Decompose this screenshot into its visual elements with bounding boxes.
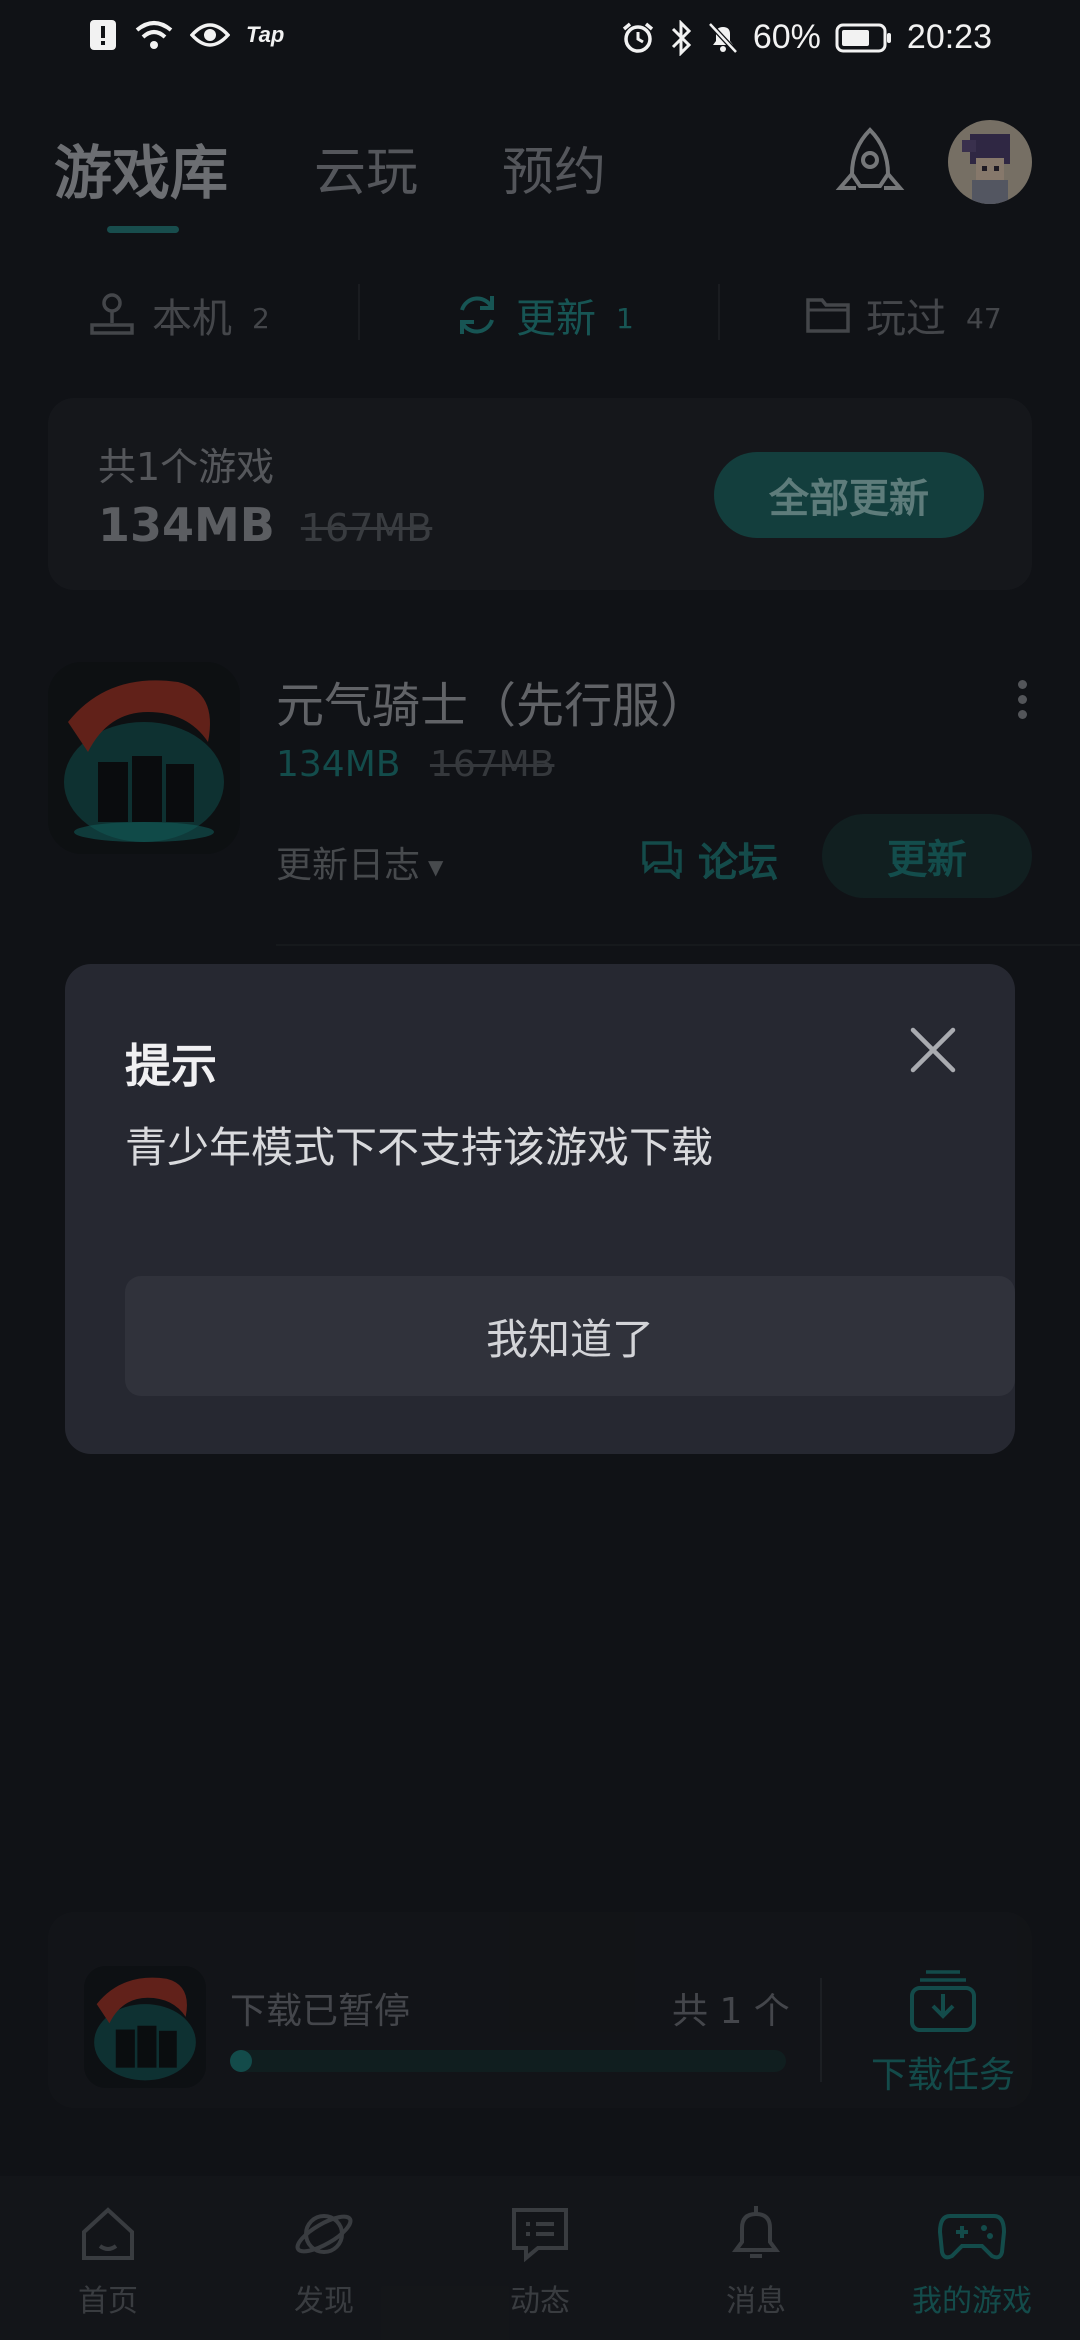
chat-bubbles-icon xyxy=(642,841,682,879)
filter-local-count: 2 xyxy=(252,301,270,335)
alarm-icon xyxy=(622,22,653,53)
update-button[interactable]: 更新 xyxy=(822,814,1032,898)
nav-discover[interactable]: 发现 xyxy=(244,2202,404,2320)
nav-messages[interactable]: 消息 xyxy=(676,2202,836,2320)
planet-icon xyxy=(295,2214,353,2254)
refresh-icon xyxy=(460,296,494,334)
tab-reservation[interactable]: 预约 xyxy=(502,130,606,205)
summary-new-size: 134MB xyxy=(98,498,275,552)
tab-cloud-play[interactable]: 云玩 xyxy=(314,130,418,205)
download-bar[interactable]: 下载已暂停 共 1 个 下载任务 xyxy=(48,1912,1032,2108)
download-status: 下载已暂停 xyxy=(230,1991,411,2032)
mute-bell-icon xyxy=(708,21,738,54)
download-progress-bar xyxy=(230,2050,786,2072)
dialog-message: 青少年模式下不支持该游戏下载 xyxy=(125,1123,714,1172)
filter-played-label: 玩过 xyxy=(866,296,946,342)
download-divider xyxy=(820,1978,822,2082)
filter-update-label: 更新 xyxy=(516,296,596,342)
active-tab-indicator xyxy=(107,226,179,233)
battery-icon xyxy=(835,23,891,52)
forum-button[interactable]: 论坛 xyxy=(640,830,778,888)
filter-update[interactable]: 更新 1 xyxy=(452,286,634,344)
rocket-icon[interactable] xyxy=(832,126,908,206)
bluetooth-icon xyxy=(671,19,691,56)
download-progress-fill xyxy=(230,2050,252,2072)
eye-icon xyxy=(190,23,230,47)
bottom-navigation: 首页 发现 动态 消息 我的游戏 xyxy=(0,2176,1080,2340)
wifi-icon xyxy=(135,21,173,49)
tap-app-label: Tap xyxy=(246,22,285,47)
more-options-icon[interactable] xyxy=(1010,680,1034,720)
download-tasks-label: 下载任务 xyxy=(870,2055,1015,2096)
game-new-size: 134MB xyxy=(276,744,401,785)
changelog-toggle[interactable]: 更新日志 ▼ xyxy=(276,836,443,888)
download-count: 共 1 个 xyxy=(672,1991,790,2032)
acknowledge-button[interactable]: 我知道了 xyxy=(125,1276,1015,1396)
nav-discover-label: 发现 xyxy=(294,2284,354,2319)
clock: 20:23 xyxy=(906,18,992,56)
game-icon[interactable] xyxy=(48,662,240,854)
update-summary-card: 共1个游戏 134MB 167MB 全部更新 xyxy=(48,398,1032,590)
gamepad-icon xyxy=(937,2214,1007,2260)
filter-local-label: 本机 xyxy=(152,296,232,342)
battery-percent: 60% xyxy=(752,18,821,56)
filter-played[interactable]: 玩过 47 xyxy=(804,286,1002,344)
filter-divider xyxy=(358,284,360,340)
alert-notification-icon xyxy=(90,20,116,50)
bell-icon xyxy=(732,2206,780,2258)
dialog-title: 提示 xyxy=(125,1039,217,1093)
avatar[interactable] xyxy=(948,120,1032,204)
nav-my-games[interactable]: 我的游戏 xyxy=(892,2202,1052,2320)
nav-my-games-label: 我的游戏 xyxy=(912,2284,1032,2319)
nav-feed[interactable]: 动态 xyxy=(460,2202,620,2320)
row-divider xyxy=(276,944,1080,946)
avatar-pixel-art-icon xyxy=(962,134,1010,204)
tab-game-library[interactable]: 游戏库 xyxy=(54,126,228,210)
status-bar: Tap 60% 20:23 xyxy=(0,0,1080,80)
filter-played-count: 47 xyxy=(966,301,1002,335)
close-icon[interactable] xyxy=(903,1020,963,1080)
summary-title: 共1个游戏 xyxy=(98,445,275,489)
nav-home-label: 首页 xyxy=(78,2284,138,2319)
game-title[interactable]: 元气骑士（先行服） xyxy=(276,666,708,736)
filter-update-count: 1 xyxy=(616,301,634,335)
soul-knight-icon xyxy=(84,1966,206,2088)
nav-feed-label: 动态 xyxy=(510,2284,570,2319)
forum-label: 论坛 xyxy=(698,840,778,886)
game-size: 134MB 167MB xyxy=(276,744,554,785)
caret-down-icon: ▼ xyxy=(428,855,444,879)
nav-home[interactable]: 首页 xyxy=(28,2202,188,2320)
download-tray-icon xyxy=(910,1970,976,2032)
download-game-icon xyxy=(84,1966,206,2088)
nav-messages-label: 消息 xyxy=(726,2284,786,2319)
notice-dialog: 提示 青少年模式下不支持该游戏下载 我知道了 xyxy=(65,964,1015,1454)
summary-old-size: 167MB xyxy=(300,506,433,550)
update-all-button[interactable]: 全部更新 xyxy=(714,452,984,538)
changelog-label: 更新日志 xyxy=(276,845,421,886)
soul-knight-icon xyxy=(48,662,240,854)
folder-icon xyxy=(806,298,850,333)
filter-divider xyxy=(718,284,720,340)
joystick-icon xyxy=(90,293,134,335)
download-tasks-button[interactable]: 下载任务 xyxy=(854,1968,1032,2098)
filter-local[interactable]: 本机 2 xyxy=(86,286,270,344)
home-icon xyxy=(82,2207,134,2260)
message-icon xyxy=(512,2208,568,2263)
summary-size: 134MB 167MB xyxy=(98,498,432,552)
game-old-size: 167MB xyxy=(429,744,555,785)
